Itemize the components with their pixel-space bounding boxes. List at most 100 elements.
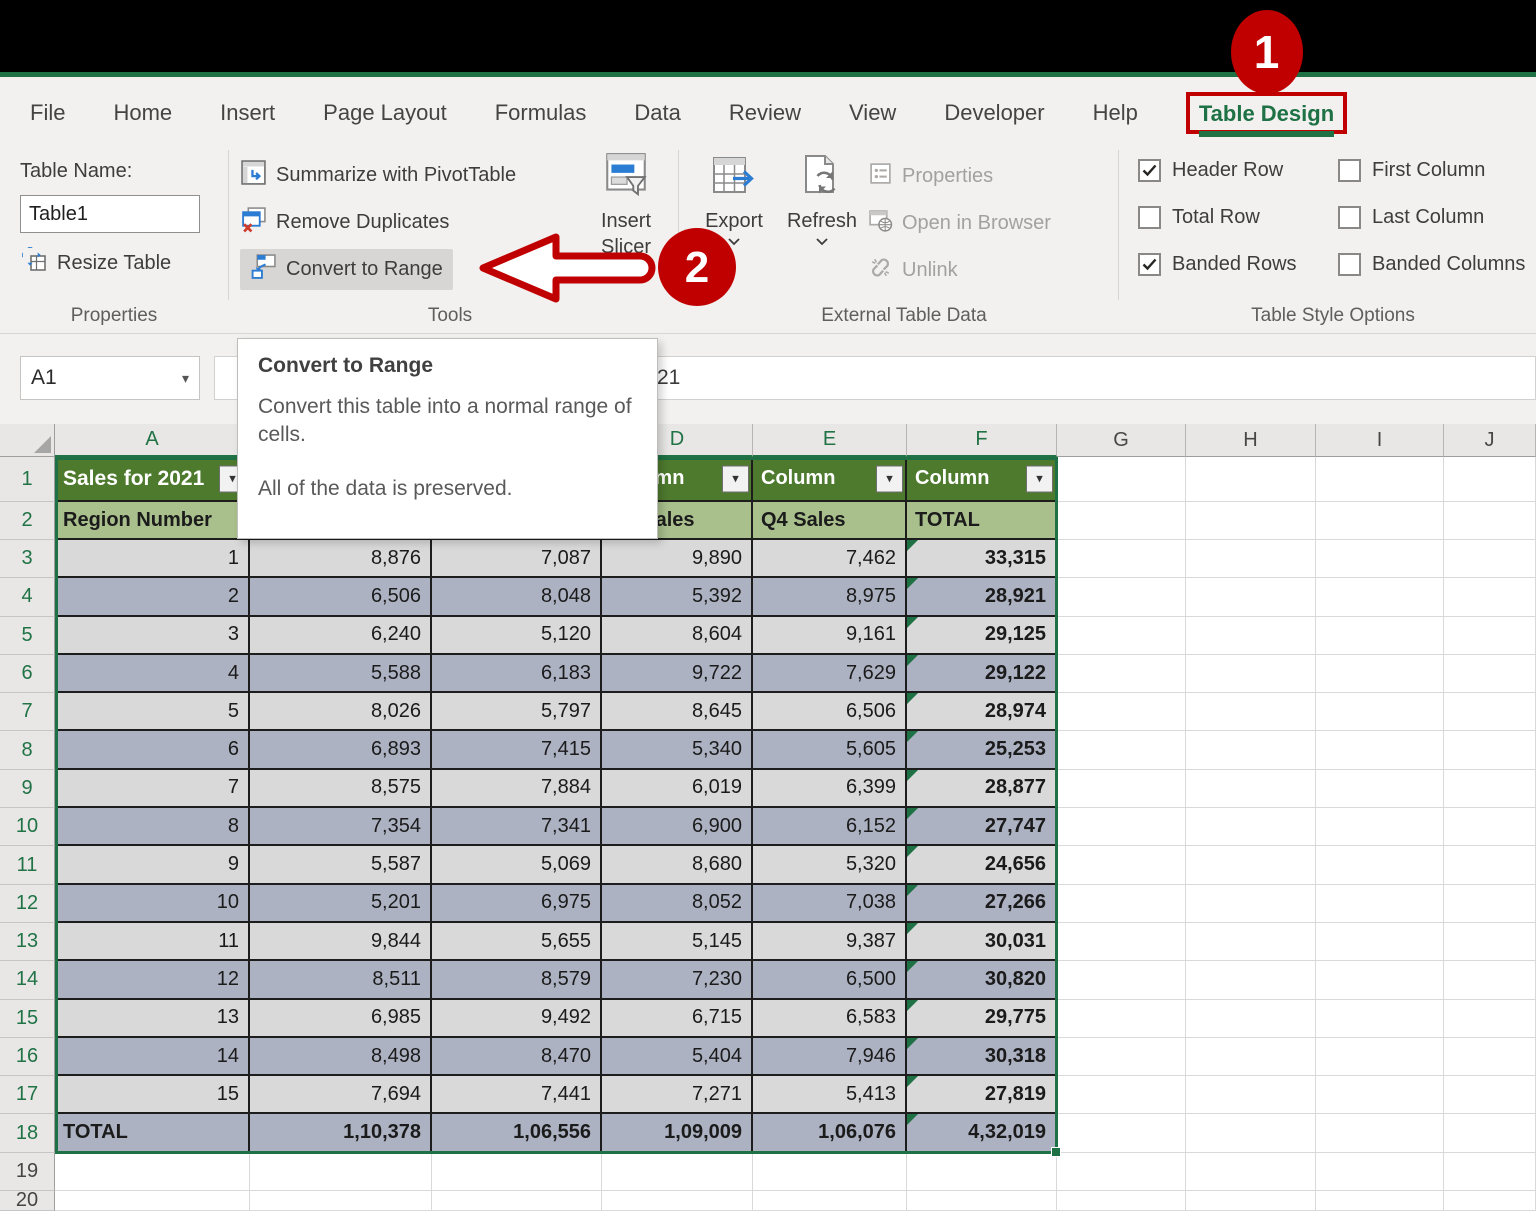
cell-I4[interactable]: [1316, 578, 1444, 617]
convert-to-range-button[interactable]: Convert to Range: [240, 249, 453, 290]
cell-E2[interactable]: Q4 Sales: [753, 502, 907, 540]
cell-H9[interactable]: [1186, 769, 1316, 809]
cell-G3[interactable]: [1057, 540, 1186, 579]
cell-B15[interactable]: 6,985: [250, 999, 432, 1038]
cell-C14[interactable]: 8,579: [432, 961, 602, 1000]
cell-C12[interactable]: 6,975: [432, 884, 602, 923]
cell-G5[interactable]: [1057, 616, 1186, 655]
cell-E12[interactable]: 7,038: [753, 884, 907, 923]
cell-H5[interactable]: [1186, 616, 1316, 655]
cell-A8[interactable]: 6: [55, 731, 250, 770]
cell-I12[interactable]: [1316, 884, 1444, 923]
cell-G7[interactable]: [1057, 693, 1186, 732]
cell-E18[interactable]: 1,06,076: [753, 1114, 907, 1153]
cell-G11[interactable]: [1057, 846, 1186, 885]
cell-B14[interactable]: 8,511: [250, 961, 432, 1000]
option-banded-rows[interactable]: Banded Rows: [1138, 253, 1297, 276]
cell-H6[interactable]: [1186, 654, 1316, 694]
cell-H11[interactable]: [1186, 846, 1316, 885]
tab-data[interactable]: Data: [634, 100, 680, 126]
cell-H10[interactable]: [1186, 808, 1316, 847]
cell-C19[interactable]: [432, 1152, 602, 1191]
cell-D16[interactable]: 5,404: [602, 1037, 753, 1077]
cell-C13[interactable]: 5,655: [432, 922, 602, 962]
cell-A17[interactable]: 15: [55, 1076, 250, 1115]
cell-E17[interactable]: 5,413: [753, 1076, 907, 1115]
cell-E19[interactable]: [753, 1152, 907, 1191]
column-header-H[interactable]: H: [1186, 424, 1316, 457]
cell-J2[interactable]: [1444, 502, 1536, 540]
option-header-row[interactable]: Header Row: [1138, 159, 1283, 182]
cell-J10[interactable]: [1444, 808, 1536, 847]
cell-F12[interactable]: 27,266: [907, 884, 1057, 923]
row-header-19[interactable]: 19: [0, 1152, 55, 1191]
row-header-9[interactable]: 9: [0, 769, 55, 809]
cell-E10[interactable]: 6,152: [753, 808, 907, 847]
cell-I20[interactable]: [1316, 1190, 1444, 1211]
cell-I5[interactable]: [1316, 616, 1444, 655]
cell-I14[interactable]: [1316, 961, 1444, 1000]
cell-E1[interactable]: Column ▾: [753, 457, 907, 502]
row-header-5[interactable]: 5: [0, 616, 55, 655]
checkbox-icon[interactable]: [1338, 159, 1361, 182]
cell-J20[interactable]: [1444, 1190, 1536, 1211]
cell-A14[interactable]: 12: [55, 961, 250, 1000]
cell-E8[interactable]: 5,605: [753, 731, 907, 770]
cell-E13[interactable]: 9,387: [753, 922, 907, 962]
cell-H8[interactable]: [1186, 731, 1316, 770]
cell-I19[interactable]: [1316, 1152, 1444, 1191]
cell-F1[interactable]: Column ▾: [907, 457, 1057, 502]
row-header-20[interactable]: 20: [0, 1189, 55, 1211]
cell-H18[interactable]: [1186, 1114, 1316, 1153]
cell-J18[interactable]: [1444, 1114, 1536, 1153]
cell-G9[interactable]: [1057, 769, 1186, 809]
row-header-1[interactable]: 1: [0, 457, 55, 502]
refresh-button[interactable]: Refresh: [780, 153, 864, 248]
cell-F2[interactable]: TOTAL: [907, 502, 1057, 540]
cell-E6[interactable]: 7,629: [753, 654, 907, 694]
cell-A18[interactable]: TOTAL: [55, 1114, 250, 1153]
cell-G19[interactable]: [1057, 1152, 1186, 1191]
row-header-4[interactable]: 4: [0, 578, 55, 617]
cell-J11[interactable]: [1444, 846, 1536, 885]
cell-G16[interactable]: [1057, 1037, 1186, 1077]
cell-D5[interactable]: 8,604: [602, 616, 753, 655]
cell-I6[interactable]: [1316, 654, 1444, 694]
cell-C7[interactable]: 5,797: [432, 693, 602, 732]
cell-G1[interactable]: [1057, 457, 1186, 502]
cell-D19[interactable]: [602, 1152, 753, 1191]
checkbox-icon[interactable]: [1138, 253, 1161, 276]
cell-D11[interactable]: 8,680: [602, 846, 753, 885]
cell-H17[interactable]: [1186, 1076, 1316, 1115]
cell-H15[interactable]: [1186, 999, 1316, 1038]
cell-G4[interactable]: [1057, 578, 1186, 617]
tab-page-layout[interactable]: Page Layout: [323, 100, 447, 126]
cell-G18[interactable]: [1057, 1114, 1186, 1153]
cell-I18[interactable]: [1316, 1114, 1444, 1153]
cell-D8[interactable]: 5,340: [602, 731, 753, 770]
cell-F14[interactable]: 30,820: [907, 961, 1057, 1000]
row-header-18[interactable]: 18: [0, 1114, 55, 1153]
cell-J1[interactable]: [1444, 457, 1536, 502]
tab-insert[interactable]: Insert: [220, 100, 275, 126]
cell-F17[interactable]: 27,819: [907, 1076, 1057, 1115]
cell-G12[interactable]: [1057, 884, 1186, 923]
cell-I7[interactable]: [1316, 693, 1444, 732]
cell-F3[interactable]: 33,315: [907, 540, 1057, 579]
cell-F7[interactable]: 28,974: [907, 693, 1057, 732]
cell-B3[interactable]: 8,876: [250, 540, 432, 579]
row-header-2[interactable]: 2: [0, 502, 55, 540]
cell-I17[interactable]: [1316, 1076, 1444, 1115]
cell-H14[interactable]: [1186, 961, 1316, 1000]
cell-A1[interactable]: Sales for 2021 ▾: [55, 457, 250, 502]
cell-B12[interactable]: 5,201: [250, 884, 432, 923]
cell-F8[interactable]: 25,253: [907, 731, 1057, 770]
cell-F13[interactable]: 30,031: [907, 922, 1057, 962]
column-header-I[interactable]: I: [1316, 424, 1444, 457]
cell-J4[interactable]: [1444, 578, 1536, 617]
row-header-10[interactable]: 10: [0, 808, 55, 847]
cell-I15[interactable]: [1316, 999, 1444, 1038]
option-first-column[interactable]: First Column: [1338, 159, 1485, 182]
cell-E14[interactable]: 6,500: [753, 961, 907, 1000]
column-header-F[interactable]: F: [907, 424, 1057, 457]
